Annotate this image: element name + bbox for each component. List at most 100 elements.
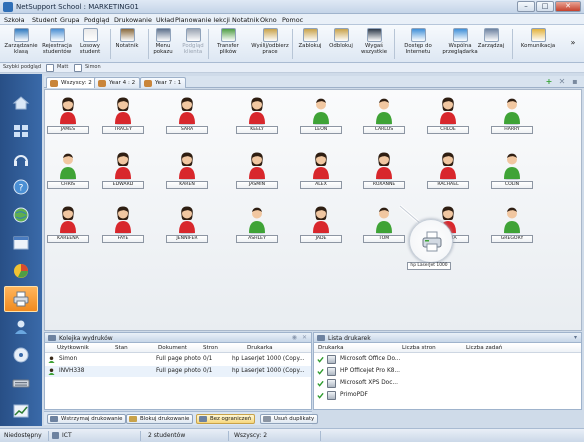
student-icon[interactable]: JAMES — [47, 95, 89, 135]
tab-year-4[interactable]: Year 4 : 2 — [94, 77, 141, 88]
chevron-down-icon[interactable]: ▾ — [574, 334, 577, 341]
student-icon[interactable]: EDWARD — [102, 150, 144, 190]
ribbon-button[interactable]: Odblokuj — [326, 26, 356, 62]
student-icon[interactable]: CARLOS — [363, 95, 405, 135]
column-header[interactable]: Drukarka — [247, 345, 273, 351]
column-header[interactable]: Dokument — [158, 345, 187, 351]
tab-options-icon[interactable]: ▪ — [570, 77, 580, 87]
student-icon[interactable]: HARRY — [491, 95, 533, 135]
checkmark-icon[interactable] — [317, 392, 324, 399]
checkmark-icon[interactable] — [317, 380, 324, 387]
ribbon-button[interactable]: Komunikacja — [518, 26, 558, 62]
sidebar-item-devices[interactable] — [4, 342, 38, 368]
student-icon[interactable]: KAREN — [166, 150, 208, 190]
column-header[interactable]: Stan — [115, 345, 128, 351]
sidebar-item-layout[interactable] — [4, 118, 38, 144]
sidebar-item-users[interactable] — [4, 314, 38, 340]
minimize-button[interactable]: – — [517, 1, 535, 12]
list-item[interactable]: PrimoPDF — [314, 390, 581, 401]
student-icon[interactable]: JENNIFER — [166, 204, 208, 244]
tab-all[interactable]: Wszyscy: 2 — [46, 77, 97, 88]
column-header[interactable]: Stron — [203, 345, 218, 351]
ribbon-button[interactable]: Podgląd klienta — [176, 26, 210, 62]
student-icon[interactable]: FAYE — [102, 204, 144, 244]
sidebar-item-keyboard[interactable] — [4, 370, 38, 396]
maximize-button[interactable]: □ — [536, 1, 554, 12]
menu-item[interactable]: Planowanie lekcji — [175, 16, 230, 24]
menu-item[interactable]: Drukowanie — [114, 16, 152, 24]
add-tab-icon[interactable]: + — [544, 77, 554, 87]
menu-item[interactable]: Student — [32, 16, 57, 24]
ribbon-button[interactable]: Notatnik — [112, 26, 142, 62]
unrestricted-button[interactable]: Bez ograniczeń — [196, 414, 256, 424]
ribbon-overflow-icon[interactable]: » — [566, 26, 580, 62]
sidebar-item-printing[interactable] — [4, 286, 38, 312]
student-icon[interactable]: CHLOE — [427, 95, 469, 135]
remove-duplicates-button[interactable]: Usuń duplikaty — [260, 414, 319, 424]
checkmark-icon[interactable] — [317, 356, 324, 363]
list-item[interactable]: Microsoft Office Do... — [314, 354, 581, 365]
ribbon-button[interactable]: Dostęp do Internetu — [398, 26, 438, 62]
student-icon[interactable]: ROXANNE — [363, 150, 405, 190]
close-button[interactable]: ✕ — [555, 1, 581, 12]
pin-icon[interactable]: ◉ — [292, 334, 297, 341]
menu-item[interactable]: Szkoła — [4, 16, 25, 24]
column-header[interactable]: Liczba stron — [402, 345, 436, 351]
block-printing-button[interactable]: Blokuj drukowanie — [126, 414, 194, 424]
table-row[interactable]: INVH338 Full page photo 0/1 hp LaserJet … — [45, 366, 311, 377]
sidebar-item-monitor[interactable] — [4, 398, 38, 424]
student-icon[interactable]: TRACEY — [102, 95, 144, 135]
pause-printing-button[interactable]: Wstrzymaj drukowanie — [47, 414, 127, 424]
menu-item[interactable]: Układ — [156, 16, 174, 24]
student-icon[interactable]: ASHLEY — [236, 204, 278, 244]
female-user-icon — [249, 152, 265, 180]
ribbon-button[interactable]: Wspólna przeglądarka — [440, 26, 480, 62]
tab-year-7[interactable]: Year 7 : 1 — [140, 77, 187, 88]
sidebar-item-audio[interactable] — [4, 146, 38, 172]
ribbon-button[interactable]: Wyślij/odbierz prace — [248, 26, 292, 62]
quick-view-item[interactable]: Simon — [85, 64, 101, 70]
ribbon-button[interactable]: Zarządzaj — [476, 26, 506, 62]
list-item[interactable]: HP Officejet Pro K8... — [314, 366, 581, 377]
sidebar-item-apps[interactable] — [4, 230, 38, 256]
ribbon-button[interactable]: Zarządzanie klasą — [4, 26, 38, 62]
student-icon[interactable]: GREGORY — [491, 204, 533, 244]
ribbon-button[interactable]: Losowy student — [76, 26, 104, 62]
print-queue-title: Kolejka wydruków — [59, 335, 113, 342]
menu-item[interactable]: Pomoc — [282, 16, 303, 24]
student-icon[interactable]: JADE — [300, 204, 342, 244]
student-icon[interactable]: CHRIS — [47, 150, 89, 190]
ribbon-button[interactable]: Wygaś wszystkie — [356, 26, 392, 62]
sidebar-item-web[interactable] — [4, 202, 38, 228]
menu-item[interactable]: Grupa — [60, 16, 80, 24]
student-icon[interactable]: JASMIN — [236, 150, 278, 190]
sidebar-item-stats[interactable] — [4, 258, 38, 284]
student-icon[interactable]: KAREENA — [47, 204, 89, 244]
student-icon[interactable]: SARA — [166, 95, 208, 135]
table-row[interactable]: Simon Full page photo 0/1 hp LaserJet 10… — [45, 354, 311, 365]
student-icon[interactable]: LEON — [300, 95, 342, 135]
column-header[interactable]: Liczba zadań — [466, 345, 502, 351]
sidebar-item-survey[interactable]: ? — [4, 174, 38, 200]
ribbon-button[interactable]: Zablokuj — [296, 26, 324, 62]
student-icon[interactable]: RACHAEL — [427, 150, 469, 190]
ribbon-button[interactable]: Menu pokazu — [150, 26, 176, 62]
ribbon-button[interactable]: Rejestracja studentów — [40, 26, 74, 62]
quick-view-item[interactable]: Matt — [57, 64, 68, 70]
ribbon-button[interactable]: Transfer plików — [212, 26, 244, 62]
column-header[interactable]: Drukarka — [318, 345, 344, 351]
close-tab-icon[interactable]: ✕ — [557, 77, 567, 87]
menu-item[interactable]: Notatnik — [232, 16, 259, 24]
menu-item[interactable]: Podgląd — [84, 16, 109, 24]
checkmark-icon[interactable] — [317, 368, 324, 375]
close-panel-icon[interactable]: ✕ — [302, 334, 307, 341]
column-header[interactable]: Użytkownik — [57, 345, 89, 351]
sidebar-item-home[interactable] — [4, 90, 38, 116]
student-icon[interactable]: ALEX — [300, 150, 342, 190]
student-icon[interactable]: TOM — [363, 204, 405, 244]
list-item[interactable]: Microsoft XPS Doc... — [314, 378, 581, 389]
menu-item[interactable]: Okno — [260, 16, 277, 24]
student-icon[interactable]: KEELY — [236, 95, 278, 135]
printer-node[interactable]: hp LaserJet 1000 — [407, 219, 457, 270]
student-icon[interactable]: COLIN — [491, 150, 533, 190]
